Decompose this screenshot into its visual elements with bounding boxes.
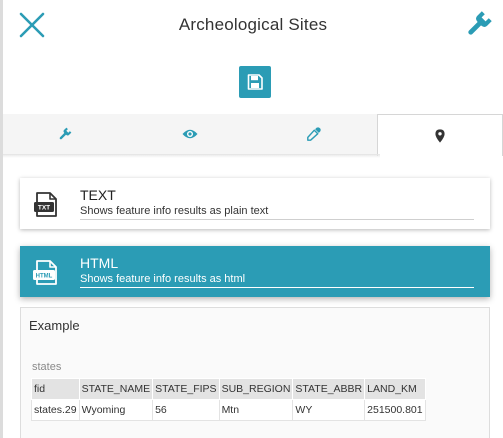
settings-tabs [3,114,503,156]
table-header-row: fid STATE_NAME STATE_FIPS SUB_REGION STA… [31,378,426,400]
map-marker-icon [435,128,445,143]
panel-header: Archeological Sites [3,0,503,52]
column-header: STATE_NAME [78,378,154,400]
feature-info-table: fid STATE_NAME STATE_FIPS SUB_REGION STA… [31,378,426,421]
table-cell: WY [292,399,366,421]
column-header: LAND_KM [364,378,426,400]
format-option-name: TEXT [80,187,116,203]
table-cell: 251500.801 [364,399,426,421]
wrench-icon [468,11,492,35]
svg-text:HTML: HTML [36,274,53,280]
example-panel: Example states fid STATE_NAME STATE_FIPS… [20,307,490,438]
tab-feature-info[interactable] [376,114,503,156]
save-icon [247,74,263,90]
save-button[interactable] [239,66,271,98]
layer-name: states [32,361,62,373]
format-option-description: Shows feature info results as plain text [80,205,474,220]
column-header: SUB_REGION [218,378,294,400]
table-cell: states.29 [31,399,80,421]
tabs-shadow [3,154,380,158]
tab-style[interactable] [252,114,377,155]
eye-icon [182,129,198,139]
svg-text:TXT: TXT [38,205,50,212]
eyedropper-icon [307,127,321,141]
column-header: STATE_FIPS [152,378,220,400]
format-option-html[interactable]: HTML HTML Shows feature info results as … [20,246,490,297]
txt-file-icon: TXT [34,192,57,217]
column-header: STATE_ABBR [292,378,366,400]
settings-button[interactable] [465,10,493,38]
panel-title: Archeological Sites [178,15,328,34]
left-panel-edge [0,0,3,438]
table-cell: Mtn [218,399,294,421]
tab-general[interactable] [3,114,128,155]
tab-display[interactable] [127,114,252,155]
table-cell: 56 [152,399,220,421]
format-option-description: Shows feature info results as html [80,273,474,288]
format-option-text[interactable]: TXT TEXT Shows feature info results as p… [20,178,490,229]
table-cell: Wyoming [78,399,154,421]
example-title: Example [29,318,80,333]
format-option-name: HTML [80,255,119,271]
column-header: fid [31,378,80,400]
wrench-icon [59,127,72,140]
table-row: states.29 Wyoming 56 Mtn WY 251500.801 [31,399,426,421]
html-file-icon: HTML [33,260,57,285]
